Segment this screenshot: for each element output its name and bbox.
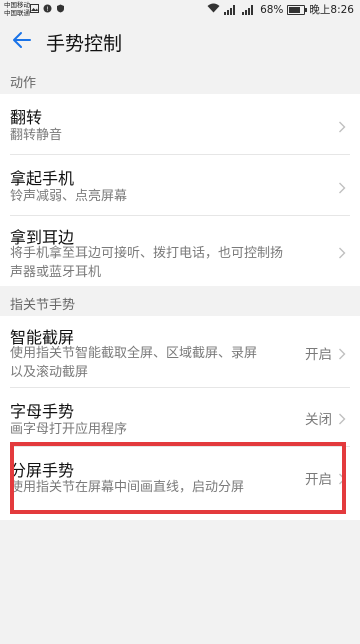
item-subtitle-line-1: 使用指关节智能截取全屏、区域截屏、录屏 bbox=[10, 346, 258, 361]
carrier-info: 中国移动 中国联通 bbox=[4, 1, 30, 17]
item-subtitle-line-2: 声器或蓝牙耳机 bbox=[10, 265, 102, 280]
chevron-right-icon bbox=[338, 118, 346, 133]
wifi-icon bbox=[207, 3, 220, 16]
item-title: 翻转 bbox=[10, 108, 43, 127]
section-header-actions: 动作 bbox=[0, 66, 360, 94]
status-bar: 中国移动 中国联通 ! 68% 晚上8:26 bbox=[0, 0, 360, 20]
shield-icon bbox=[56, 4, 65, 13]
carrier-2: 中国联通 bbox=[4, 9, 30, 17]
chevron-right-icon bbox=[338, 179, 346, 194]
svg-text:!: ! bbox=[46, 6, 48, 13]
chevron-right-icon bbox=[338, 244, 346, 259]
battery-icon bbox=[287, 4, 308, 15]
item-subtitle: 铃声减弱、点亮屏幕 bbox=[10, 189, 128, 204]
list-item-letter-gesture[interactable]: 字母手势 画字母打开应用程序 关闭 bbox=[0, 388, 360, 444]
item-subtitle-line-1: 将手机拿至耳边可接听、拨打电话，也可控制扬 bbox=[10, 246, 284, 261]
chevron-right-icon bbox=[338, 410, 346, 425]
clock: 晚上8:26 bbox=[309, 4, 354, 16]
status-icons-left: ! bbox=[30, 4, 65, 13]
battery-percent: 68% bbox=[260, 3, 284, 16]
arrow-left-icon[interactable] bbox=[10, 28, 34, 52]
status-value: 开启 bbox=[305, 347, 332, 363]
section-title: 动作 bbox=[10, 76, 37, 91]
list-item-pickup[interactable]: 拿起手机 铃声减弱、点亮屏幕 bbox=[0, 155, 360, 215]
page-title: 手势控制 bbox=[46, 33, 123, 55]
item-subtitle: 画字母打开应用程序 bbox=[10, 422, 128, 437]
carrier-1: 中国移动 bbox=[4, 1, 30, 9]
item-subtitle: 翻转静音 bbox=[10, 128, 63, 143]
chevron-right-icon bbox=[338, 345, 346, 360]
section-title: 指关节手势 bbox=[10, 298, 76, 313]
section-header-knuckle: 指关节手势 bbox=[0, 288, 360, 316]
status-icons-right: 68% 晚上8:26 bbox=[207, 2, 354, 17]
list-item-ear[interactable]: 拿到耳边 将手机拿至耳边可接听、拨打电话，也可控制扬 声器或蓝牙耳机 bbox=[0, 216, 360, 286]
image-icon bbox=[30, 4, 39, 13]
list-item-flip[interactable]: 翻转 翻转静音 bbox=[0, 94, 360, 154]
signal-icon bbox=[242, 4, 256, 15]
highlight-box bbox=[10, 442, 346, 514]
signal-icon bbox=[224, 4, 238, 15]
item-subtitle-line-2: 以及滚动截屏 bbox=[10, 365, 89, 380]
status-value: 关闭 bbox=[305, 412, 332, 428]
actions-card: 翻转 翻转静音 拿起手机 铃声减弱、点亮屏幕 拿到耳边 将手机拿至耳边可接听、拨… bbox=[0, 94, 360, 286]
list-item-smart-screenshot[interactable]: 智能截屏 使用指关节智能截取全屏、区域截屏、录屏 以及滚动截屏 开启 bbox=[0, 316, 360, 386]
item-title: 字母手势 bbox=[10, 402, 75, 421]
item-title: 拿起手机 bbox=[10, 169, 75, 188]
notification-icon: ! bbox=[43, 4, 52, 13]
app-header: 手势控制 bbox=[0, 20, 360, 64]
